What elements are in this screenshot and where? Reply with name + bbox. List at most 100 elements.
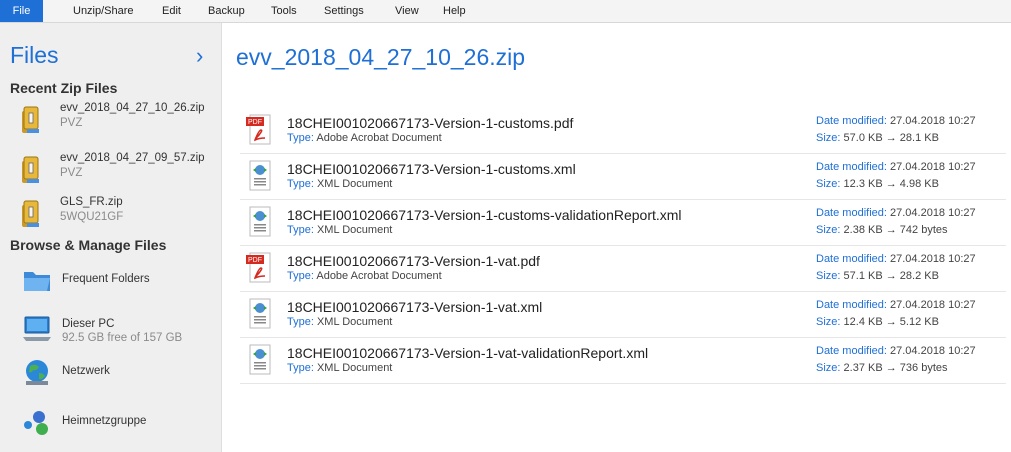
menu-settings[interactable]: Settings (324, 0, 364, 22)
recent-zip-sub: 5WQU21GF (60, 211, 124, 223)
menu-backup[interactable]: Backup (208, 0, 245, 22)
date-label: Date modified: (816, 345, 887, 357)
file-size: Size: 2.38 KB → 742 bytes (816, 224, 948, 236)
heimnetzgruppe-item[interactable]: Heimnetzgruppe (10, 403, 215, 443)
arrow-right-icon: → (885, 224, 897, 236)
file-type-value: XML Document (316, 362, 393, 374)
menu-view[interactable]: View (395, 0, 419, 22)
dieser-pc-free-space: 92.5 GB free of 157 GB (62, 332, 183, 344)
file-row[interactable]: PDF 18CHEI001020667173-Version-1-vat.pdf… (240, 246, 1006, 292)
homegroup-icon (24, 411, 48, 435)
xml-icon (249, 344, 271, 375)
date-label: Date modified: (816, 299, 887, 311)
size-label: Size: (816, 270, 841, 282)
frequent-folders-item[interactable]: Frequent Folders (10, 263, 215, 303)
file-date-value: 27.04.2018 10:27 (890, 115, 976, 127)
zip-file-icon (22, 156, 39, 183)
size-compressed: 28.1 KB (899, 132, 939, 144)
dieser-pc-label: Dieser PC (62, 318, 115, 330)
file-name: 18CHEI001020667173-Version-1-customs-val… (287, 207, 682, 223)
arrow-right-icon: → (885, 316, 897, 328)
frequent-folders-label: Frequent Folders (62, 273, 150, 285)
size-label: Size: (816, 178, 841, 190)
pdf-badge-text: PDF (248, 119, 262, 126)
size-compressed: 4.98 KB (899, 178, 939, 190)
file-size: Size: 57.1 KB → 28.2 KB (816, 270, 939, 282)
type-label: Type: (287, 316, 314, 328)
zip-file-icon (22, 200, 39, 227)
size-label: Size: (816, 362, 841, 374)
type-label: Type: (287, 362, 314, 374)
menu-edit[interactable]: Edit (162, 0, 181, 22)
recent-zip-item[interactable]: GLS_FR.zip 5WQU21GF (10, 195, 215, 235)
size-compressed: 742 bytes (899, 224, 948, 236)
recent-zip-item[interactable]: evv_2018_04_27_10_26.zip PVZ (10, 101, 215, 141)
file-row[interactable]: PDF 18CHEI001020667173-Version-1-customs… (240, 108, 1006, 154)
folder-icon (24, 272, 50, 291)
pdf-icon: PDF (246, 252, 271, 283)
file-date-value: 27.04.2018 10:27 (890, 345, 976, 357)
file-type-value: XML Document (316, 178, 393, 190)
computer-icon (23, 316, 51, 341)
file-row[interactable]: 18CHEI001020667173-Version-1-customs.xml… (240, 154, 1006, 200)
netzwerk-item[interactable]: Netzwerk (10, 353, 215, 393)
file-name: 18CHEI001020667173-Version-1-customs.pdf (287, 115, 574, 131)
size-compressed: 28.2 KB (899, 270, 939, 282)
file-name: 18CHEI001020667173-Version-1-vat-validat… (287, 345, 649, 361)
file-row[interactable]: 18CHEI001020667173-Version-1-customs-val… (240, 200, 1006, 246)
file-type: Type: XML Document (287, 362, 392, 374)
arrow-right-icon: → (885, 178, 897, 190)
sidebar: Files › Recent Zip Files evv_2018_04_27_… (0, 23, 222, 452)
menu-tools[interactable]: Tools (271, 0, 297, 22)
netzwerk-label: Netzwerk (62, 365, 110, 377)
file-date: Date modified: 27.04.2018 10:27 (816, 161, 976, 173)
file-row[interactable]: 18CHEI001020667173-Version-1-vat.xml Typ… (240, 292, 1006, 338)
date-label: Date modified: (816, 253, 887, 265)
file-type: Type: Adobe Acrobat Document (287, 270, 442, 282)
file-date-value: 27.04.2018 10:27 (890, 207, 976, 219)
heimnetzgruppe-label: Heimnetzgruppe (62, 415, 147, 427)
zip-title: evv_2018_04_27_10_26.zip (236, 44, 526, 70)
date-label: Date modified: (816, 161, 887, 173)
file-size: Size: 2.37 KB → 736 bytes (816, 362, 948, 374)
arrow-right-icon: → (885, 362, 897, 374)
menu-help[interactable]: Help (443, 0, 466, 22)
type-label: Type: (287, 224, 314, 236)
arrow-right-icon: → (885, 270, 897, 282)
size-original: 57.0 KB (843, 132, 883, 144)
recent-zip-sub: PVZ (60, 167, 83, 179)
file-date: Date modified: 27.04.2018 10:27 (816, 207, 976, 219)
recent-zip-name: GLS_FR.zip (60, 196, 123, 208)
file-type: Type: Adobe Acrobat Document (287, 132, 442, 144)
size-label: Size: (816, 316, 841, 328)
file-type: Type: XML Document (287, 224, 392, 236)
chevron-right-icon[interactable]: › (196, 43, 203, 69)
file-type-value: Adobe Acrobat Document (316, 270, 442, 282)
file-type: Type: XML Document (287, 316, 392, 328)
file-type-value: Adobe Acrobat Document (316, 132, 442, 144)
file-date: Date modified: 27.04.2018 10:27 (816, 345, 976, 357)
date-label: Date modified: (816, 207, 887, 219)
size-original: 12.4 KB (843, 316, 883, 328)
size-compressed: 5.12 KB (899, 316, 939, 328)
file-name: 18CHEI001020667173-Version-1-vat.xml (287, 299, 543, 315)
date-label: Date modified: (816, 115, 887, 127)
file-size: Size: 57.0 KB → 28.1 KB (816, 132, 939, 144)
menu-bar: File Unzip/Share Edit Backup Tools Setti… (0, 0, 1011, 23)
recent-zip-sub: PVZ (60, 117, 83, 129)
network-globe-icon (26, 360, 48, 385)
file-date: Date modified: 27.04.2018 10:27 (816, 253, 976, 265)
menu-file[interactable]: File (0, 0, 43, 22)
file-row[interactable]: 18CHEI001020667173-Version-1-vat-validat… (240, 338, 1006, 384)
browse-manage-heading: Browse & Manage Files (10, 237, 167, 253)
size-original: 57.1 KB (843, 270, 883, 282)
menu-unzip-share[interactable]: Unzip/Share (73, 0, 134, 22)
file-size: Size: 12.4 KB → 5.12 KB (816, 316, 939, 328)
recent-zip-name: evv_2018_04_27_10_26.zip (60, 102, 205, 114)
dieser-pc-item[interactable]: Dieser PC 92.5 GB free of 157 GB (10, 309, 215, 349)
recent-zip-item[interactable]: evv_2018_04_27_09_57.zip PVZ (10, 151, 215, 191)
file-type-value: XML Document (316, 224, 393, 236)
file-date: Date modified: 27.04.2018 10:27 (816, 115, 976, 127)
xml-icon (249, 206, 271, 237)
type-label: Type: (287, 178, 314, 190)
